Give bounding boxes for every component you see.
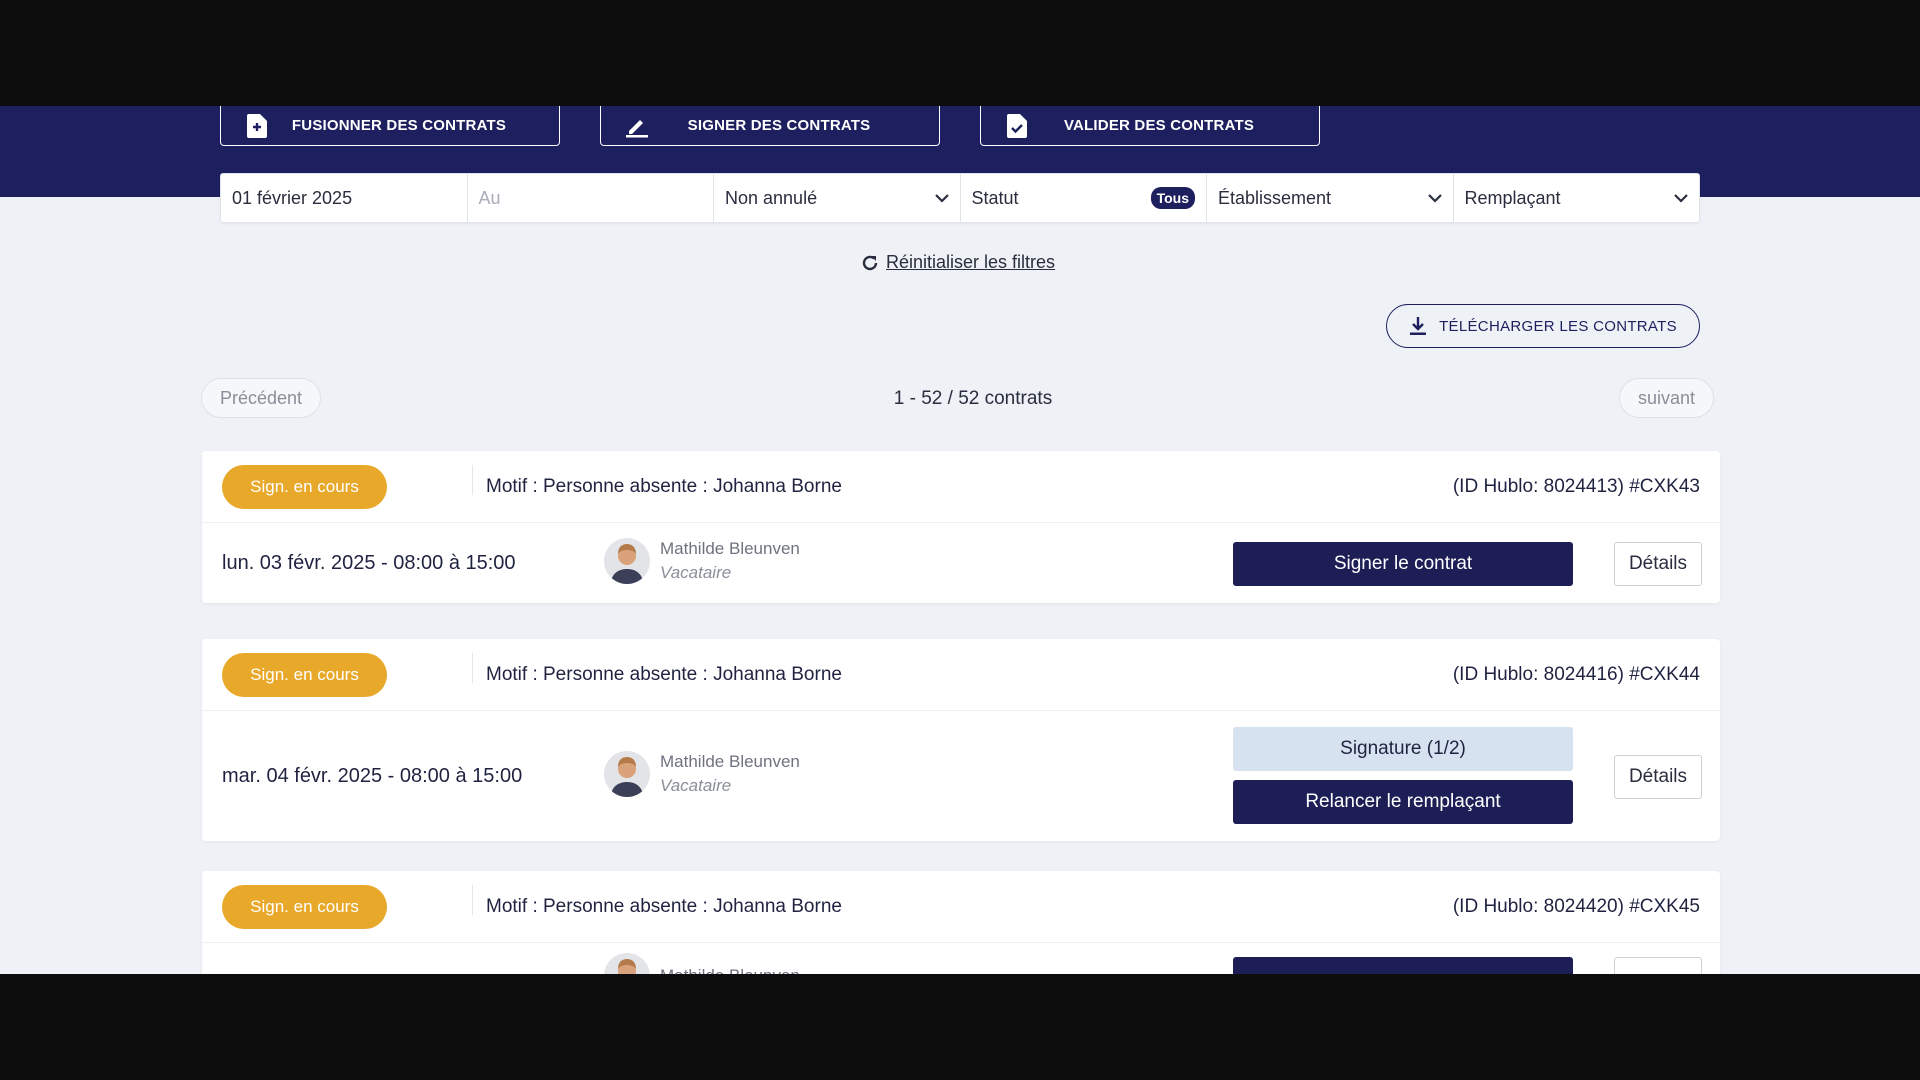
avatar: [604, 751, 650, 797]
person-name: Mathilde Bleunven: [660, 752, 800, 771]
status-badge: Sign. en cours: [222, 464, 387, 509]
contract-date: lun. 03 févr. 2025 - 08:00 à 15:00: [222, 552, 516, 574]
contract-card: Sign. en cours Motif : Personne absente …: [202, 451, 1720, 603]
details-button[interactable]: Détails: [1614, 755, 1702, 799]
chevron-down-icon: [934, 193, 949, 203]
sign-contracts-label: SIGNER DES CONTRATS: [687, 117, 871, 134]
remplacant-select[interactable]: Remplaçant: [1454, 174, 1700, 222]
validate-contracts-button[interactable]: VALIDER DES CONTRATS: [980, 106, 1320, 146]
contract-card-header: Sign. en cours Motif : Personne absente …: [202, 871, 1720, 943]
validate-contracts-label: VALIDER DES CONTRATS: [1063, 117, 1255, 134]
etablissement-select[interactable]: Établissement: [1207, 174, 1454, 222]
statut-select[interactable]: Statut Tous: [961, 174, 1207, 222]
etablissement-label: Établissement: [1218, 187, 1332, 208]
file-plus-icon: [245, 113, 269, 138]
date-from-input[interactable]: 01 février 2025: [221, 174, 468, 222]
contract-card-body: mar. 04 févr. 2025 - 08:00 à 15:00 Mathi…: [202, 711, 1720, 841]
reset-filters-link[interactable]: Réinitialiser les filtres: [860, 252, 1055, 273]
person-name: Mathilde Bleunven: [660, 966, 800, 974]
chevron-down-icon: [1674, 193, 1688, 203]
signature-status-indicator: Signature (1/2): [1233, 727, 1573, 771]
sign-contracts-button[interactable]: SIGNER DES CONTRATS: [600, 106, 940, 146]
cancel-status-select[interactable]: Non annulé: [714, 174, 961, 222]
divider: [472, 885, 473, 915]
remplacant-label: Remplaçant: [1464, 187, 1561, 208]
person-role: Vacataire: [660, 563, 732, 582]
statut-label: Statut: [971, 187, 1019, 208]
avatar: [604, 953, 650, 974]
file-check-icon: [1005, 113, 1029, 138]
next-page-button[interactable]: suivant: [1619, 378, 1715, 418]
download-contracts-button[interactable]: TÉLÉCHARGER LES CONTRATS: [1386, 304, 1700, 348]
details-button[interactable]: [1614, 957, 1702, 974]
contract-date: mar. 04 févr. 2025 - 08:00 à 15:00: [222, 765, 523, 787]
person-role: Vacataire: [660, 776, 732, 795]
date-to-placeholder: Au: [478, 187, 501, 208]
reset-filters-label: Réinitialiser les filtres: [886, 252, 1056, 272]
download-contracts-label: TÉLÉCHARGER LES CONTRATS: [1439, 317, 1677, 335]
date-from-value: 01 février 2025: [232, 187, 353, 208]
contract-motif: Motif : Personne absente : Johanna Borne: [486, 663, 842, 685]
status-badge: Sign. en cours: [222, 652, 387, 697]
merge-contracts-button[interactable]: FUSIONNER DES CONTRATS: [220, 106, 560, 146]
cancel-status-value: Non annulé: [725, 187, 818, 208]
replacement-person: Mathilde Bleunven Vacataire: [604, 751, 800, 797]
contract-id: (ID Hublo: 8024413) #CXK43: [1452, 475, 1700, 497]
contracts-screen: FUSIONNER DES CONTRATS SIGNER DES CONTRA…: [0, 106, 1920, 974]
avatar: [604, 538, 650, 584]
replacement-person: Mathilde Bleunven: [604, 953, 800, 974]
replacement-person: Mathilde Bleunven Vacataire: [604, 538, 800, 584]
merge-contracts-label: FUSIONNER DES CONTRATS: [291, 117, 507, 134]
divider: [472, 653, 473, 683]
statut-value-pill: Tous: [1150, 187, 1195, 209]
contract-id: (ID Hublo: 8024416) #CXK44: [1452, 663, 1700, 685]
person-name: Mathilde Bleunven: [660, 539, 800, 558]
chevron-down-icon: [1427, 193, 1442, 203]
contract-action-button[interactable]: [1233, 957, 1573, 974]
contract-card-body: lun. 03 févr. 2025 - 08:00 à 15:00 Mathi…: [202, 523, 1720, 603]
contract-card-header: Sign. en cours Motif : Personne absente …: [202, 451, 1720, 523]
contract-motif: Motif : Personne absente : Johanna Borne: [486, 895, 842, 917]
contract-motif: Motif : Personne absente : Johanna Borne: [486, 475, 842, 497]
contract-card: Sign. en cours Motif : Personne absente …: [202, 639, 1720, 841]
status-badge: Sign. en cours: [222, 884, 387, 929]
divider: [472, 465, 473, 495]
sign-contract-button[interactable]: Signer le contrat: [1233, 542, 1573, 586]
details-button[interactable]: Détails: [1614, 542, 1702, 586]
action-toolbar: FUSIONNER DES CONTRATS SIGNER DES CONTRA…: [220, 106, 1320, 146]
refresh-icon: [862, 255, 878, 270]
contract-card-header: Sign. en cours Motif : Personne absente …: [202, 639, 1720, 711]
filters-bar: 01 février 2025 Au Non annulé Statut Tou…: [220, 173, 1700, 223]
date-to-input[interactable]: Au: [468, 174, 714, 222]
remind-replacement-button[interactable]: Relancer le remplaçant: [1233, 780, 1573, 824]
contract-id: (ID Hublo: 8024420) #CXK45: [1452, 895, 1700, 917]
contract-card: Sign. en cours Motif : Personne absente …: [202, 871, 1720, 974]
download-icon: [1410, 317, 1427, 335]
pen-icon: [625, 114, 649, 138]
contract-card-body: Mathilde Bleunven: [202, 943, 1720, 974]
